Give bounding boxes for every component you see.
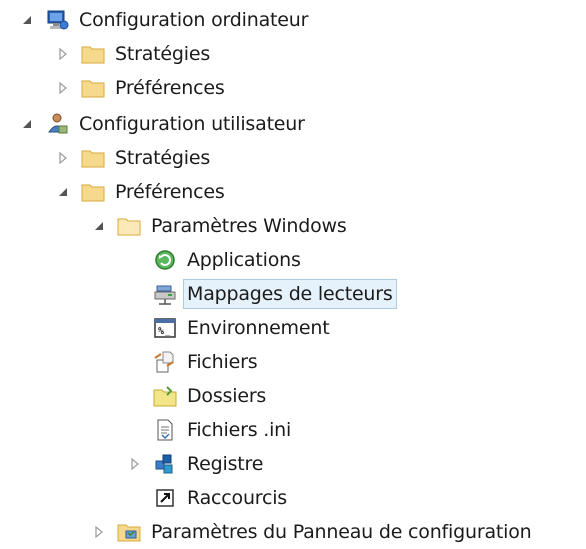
shortcut-icon [152, 486, 178, 510]
tree-item-label: Environnement [187, 317, 330, 339]
tree-item-label: Fichiers .ini [187, 419, 292, 441]
expanded-arrow-icon[interactable] [20, 117, 34, 131]
tree-node-control-panel-settings[interactable]: Paramètres du Panneau de configuration [92, 516, 534, 548]
collapsed-arrow-icon[interactable] [128, 457, 142, 471]
folder-icon [80, 76, 106, 100]
tree-node-computer-preferences[interactable]: Préférences [56, 72, 228, 104]
collapsed-arrow-icon[interactable] [92, 525, 106, 539]
tree-item-environment[interactable]: % _ Environnement [128, 312, 332, 344]
tree-item-files[interactable]: Fichiers [128, 346, 260, 378]
tree-node-label: Configuration utilisateur [79, 113, 305, 135]
tree-item-label: Raccourcis [187, 487, 288, 509]
collapsed-arrow-icon[interactable] [56, 151, 70, 165]
folder-icon [80, 42, 106, 66]
tree-node-label: Stratégies [115, 43, 211, 65]
tree-node-computer-config[interactable]: Configuration ordinateur [20, 4, 311, 36]
tree-node-label: Préférences [115, 77, 225, 99]
tree-item-label: Fichiers [187, 351, 258, 373]
tree-node-computer-strategies[interactable]: Stratégies [56, 38, 213, 70]
tree-node-label: Paramètres du Panneau de configuration [151, 521, 532, 543]
svg-text:_: _ [165, 327, 171, 337]
registry-icon [152, 452, 178, 476]
expanded-arrow-icon[interactable] [20, 13, 34, 27]
tree-item-shortcuts[interactable]: Raccourcis [128, 482, 290, 514]
tree-node-user-preferences[interactable]: Préférences [56, 176, 228, 208]
folders-icon [152, 384, 178, 408]
folder-icon [80, 146, 106, 170]
svg-text:%: % [158, 326, 164, 337]
tree-item-label: Mappages de lecteurs [183, 279, 397, 309]
environment-icon: % _ [152, 316, 178, 340]
tree-item-label: Registre [187, 453, 264, 475]
tree-node-user-strategies[interactable]: Stratégies [56, 142, 213, 174]
user-config-icon [44, 112, 70, 136]
tree-node-windows-settings[interactable]: Paramètres Windows [92, 210, 350, 242]
drive-map-icon [152, 282, 178, 306]
applications-icon [152, 248, 178, 272]
tree-item-label: Dossiers [187, 385, 267, 407]
tree-node-user-config[interactable]: Configuration utilisateur [20, 108, 308, 140]
tree-item-drive-mappings[interactable]: Mappages de lecteurs [128, 278, 397, 310]
collapsed-arrow-icon[interactable] [56, 81, 70, 95]
tree-item-applications[interactable]: Applications [128, 244, 304, 276]
files-icon [152, 350, 178, 374]
ini-file-icon [152, 418, 178, 442]
tree-item-registry[interactable]: Registre [128, 448, 266, 480]
tree-node-label: Configuration ordinateur [79, 9, 309, 31]
expanded-arrow-icon[interactable] [56, 185, 70, 199]
computer-config-icon [44, 8, 70, 32]
folder-icon [116, 214, 142, 238]
gpo-tree: Configuration ordinateur Stratégies Préf… [0, 0, 586, 549]
expanded-arrow-icon[interactable] [92, 219, 106, 233]
tree-item-label: Applications [187, 249, 301, 271]
control-panel-folder-icon [116, 520, 142, 544]
tree-node-label: Stratégies [115, 147, 211, 169]
folder-icon [80, 180, 106, 204]
tree-node-label: Paramètres Windows [151, 215, 347, 237]
collapsed-arrow-icon[interactable] [56, 47, 70, 61]
tree-item-folders[interactable]: Dossiers [128, 380, 269, 412]
tree-node-label: Préférences [115, 181, 225, 203]
tree-item-ini-files[interactable]: Fichiers .ini [128, 414, 294, 446]
